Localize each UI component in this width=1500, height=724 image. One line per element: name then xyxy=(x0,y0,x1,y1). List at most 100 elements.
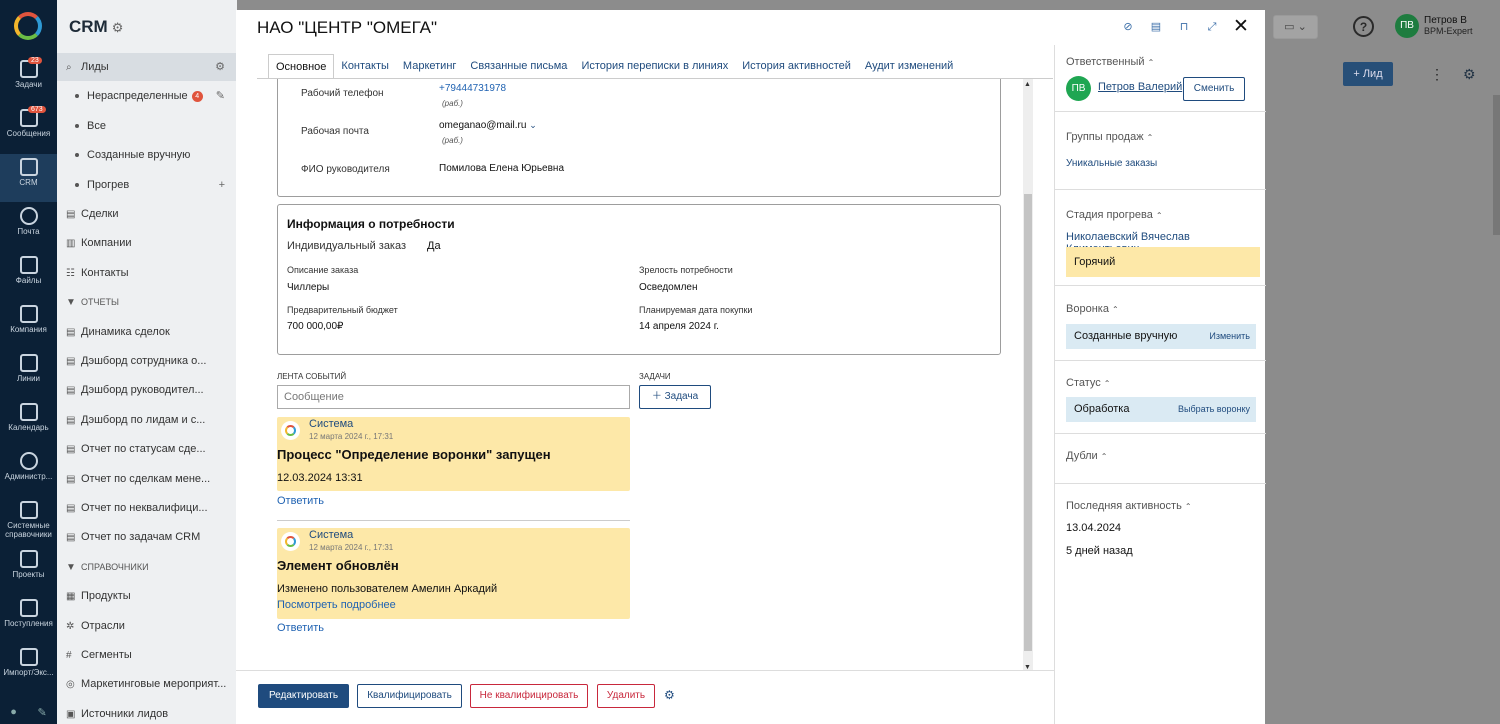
not-qualify-button[interactable]: Не квалифицировать xyxy=(470,684,588,708)
add-lead-button[interactable]: + Лид xyxy=(1343,62,1393,86)
gear-icon[interactable]: ⚙ xyxy=(215,53,225,81)
edit-icon[interactable]: ✎ xyxy=(216,82,225,110)
menu-item[interactable]: ▤ Отчет по задачам CRM xyxy=(57,523,237,551)
wrench-icon[interactable]: ✎ xyxy=(38,706,47,719)
help-icon[interactable]: ? xyxy=(1353,16,1374,37)
menu-item[interactable]: Все xyxy=(57,112,237,140)
chevron-down-icon: ⌄ xyxy=(529,120,537,130)
rail-item[interactable]: Проекты xyxy=(0,546,57,594)
menu-item[interactable]: ▤ Динамика сделок xyxy=(57,318,237,346)
menu-item[interactable]: ▥ Компании xyxy=(57,229,237,257)
menu-item[interactable]: Прогрев + xyxy=(57,171,237,199)
more-icon[interactable]: ⋮ xyxy=(1430,66,1444,83)
event-title: Процесс "Определение воронки" запущен xyxy=(277,447,551,462)
close-icon[interactable]: ✕ xyxy=(1233,17,1249,36)
menu-item[interactable]: ✲ Отрасли xyxy=(57,612,237,640)
rail-item[interactable]: Компания xyxy=(0,301,57,349)
content-scrollbar[interactable]: ▲ ▼ xyxy=(1023,79,1033,673)
tab-3[interactable]: Связанные письма xyxy=(463,54,574,79)
work-phone-note: (раб.) xyxy=(442,99,463,108)
change-responsible-button[interactable]: Сменить xyxy=(1183,77,1245,101)
menu-item[interactable]: ☷ Контакты xyxy=(57,259,237,287)
rail-item[interactable]: Файлы xyxy=(0,252,57,300)
work-phone-value[interactable]: +79444731978 xyxy=(439,83,506,94)
menu-item[interactable]: ◎ Маркетинговые мероприят... xyxy=(57,670,237,698)
menu-item[interactable]: # Сегменты xyxy=(57,641,237,669)
warmup-label: Стадия прогрева xyxy=(1066,209,1153,221)
document-icon[interactable]: ▤ xyxy=(1149,20,1163,34)
menu-item[interactable]: ▤ Отчет по неквалифици... xyxy=(57,494,237,522)
work-email-value[interactable]: omeganao@mail.ru ⌄ xyxy=(439,120,537,131)
menu-icon: ▤ xyxy=(66,503,76,514)
rail-item[interactable]: Импорт/Экс... xyxy=(0,644,57,692)
reply-link[interactable]: Ответить xyxy=(277,495,324,507)
tab-5[interactable]: История активностей xyxy=(735,54,858,79)
lock-icon[interactable]: ⊓ xyxy=(1177,20,1191,34)
chevron-up-icon: ⌃ xyxy=(1103,379,1111,388)
settings-gear-icon[interactable]: ⚙ xyxy=(1463,66,1476,83)
menu-item[interactable]: ▤ Дэшборд руководител... xyxy=(57,376,237,404)
needs-title: Информация о потребности xyxy=(287,217,455,231)
rail-item[interactable]: 23 Задачи xyxy=(0,56,57,104)
rail-label: CRM xyxy=(19,178,38,187)
menu-item[interactable]: ▤ Отчет по статусам сде... xyxy=(57,435,237,463)
event-date: 12 марта 2024 г., 17:31 xyxy=(309,543,394,552)
rail-item[interactable]: Администр... xyxy=(0,448,57,496)
responsible-name[interactable]: Петров Валерий xyxy=(1098,81,1182,93)
rail-item[interactable]: Линии xyxy=(0,350,57,398)
groups-value[interactable]: Уникальные заказы xyxy=(1066,158,1157,169)
menu-item[interactable]: Нераспределенные 4 ✎ xyxy=(57,82,237,110)
expand-icon[interactable]: ⤢ xyxy=(1205,20,1219,34)
desc-value: Чиллеры xyxy=(287,282,330,293)
reply-link[interactable]: Ответить xyxy=(277,622,324,634)
avatar: ПВ xyxy=(1066,76,1091,101)
add-icon[interactable]: + xyxy=(219,171,225,199)
scroll-thumb[interactable] xyxy=(1024,194,1032,651)
scroll-up-icon[interactable]: ▲ xyxy=(1024,81,1031,88)
qualify-button[interactable]: Квалифицировать xyxy=(357,684,462,708)
tab-6[interactable]: Аудит изменений xyxy=(858,54,960,79)
rail-item[interactable]: CRM xyxy=(0,154,57,202)
tab-0[interactable]: Основное xyxy=(268,54,335,79)
choose-funnel-link[interactable]: Выбрать воронку xyxy=(1178,397,1250,422)
change-funnel-link[interactable]: Изменить xyxy=(1209,324,1250,349)
gear-icon[interactable]: ⚙ xyxy=(664,688,675,702)
message-input[interactable]: Сообщение xyxy=(277,385,630,409)
menu-item-label: Сделки xyxy=(81,208,119,220)
view-details-link[interactable]: Посмотреть подробнее xyxy=(277,599,396,611)
menu-item-label: Сегменты xyxy=(81,649,132,661)
hide-icon[interactable]: ⊘ xyxy=(1121,20,1135,34)
delete-button[interactable]: Удалить xyxy=(597,684,655,708)
menu-item[interactable]: ▤ Отчет по сделкам мене... xyxy=(57,465,237,493)
tab-1[interactable]: Контакты xyxy=(334,54,396,79)
gear-icon[interactable]: ⚙ xyxy=(112,20,124,35)
app-logo-icon[interactable] xyxy=(14,12,42,40)
menu-item[interactable]: ▤ Дэшборд сотрудника о... xyxy=(57,347,237,375)
menu-item-label: Отчет по сделкам мене... xyxy=(81,472,211,485)
menu-item[interactable]: Созданные вручную xyxy=(57,141,237,169)
menu-item[interactable]: ▤ Сделки xyxy=(57,200,237,228)
user-avatar[interactable]: ПВ xyxy=(1395,14,1419,38)
menu-item[interactable]: ⌕ Лиды ⚙ xyxy=(57,53,237,81)
backdrop-scrollbar[interactable] xyxy=(1493,95,1500,235)
layout-switch-button[interactable]: ▭ ⌄ xyxy=(1273,15,1318,39)
rail-item[interactable]: Системные справочники xyxy=(0,497,57,545)
rail-item[interactable]: 673 Сообщения xyxy=(0,105,57,153)
tab-2[interactable]: Маркетинг xyxy=(396,54,463,79)
add-task-button[interactable]: ＋ Задача xyxy=(639,385,711,409)
user-menu[interactable]: Петров В BPM-Expert xyxy=(1424,15,1473,37)
menu-item[interactable]: ▦ Продукты xyxy=(57,582,237,610)
event-author[interactable]: Система xyxy=(309,418,353,430)
menu-item[interactable]: ▤ Дэшборд по лидам и с... xyxy=(57,406,237,434)
menu-item[interactable]: ▣ Источники лидов xyxy=(57,700,237,724)
individual-value: Да xyxy=(427,240,441,252)
add-icon[interactable]: ● xyxy=(10,706,17,718)
tab-4[interactable]: История переписки в линиях xyxy=(574,54,735,79)
event-author[interactable]: Система xyxy=(309,529,353,541)
rail-item[interactable]: Почта xyxy=(0,203,57,251)
rail-item[interactable]: Календарь xyxy=(0,399,57,447)
event-text: Изменено пользователем Амелин Аркадий xyxy=(277,583,498,595)
warmup-stage[interactable]: Горячий xyxy=(1066,247,1260,277)
rail-item[interactable]: Поступления xyxy=(0,595,57,643)
edit-button[interactable]: Редактировать xyxy=(258,684,349,708)
